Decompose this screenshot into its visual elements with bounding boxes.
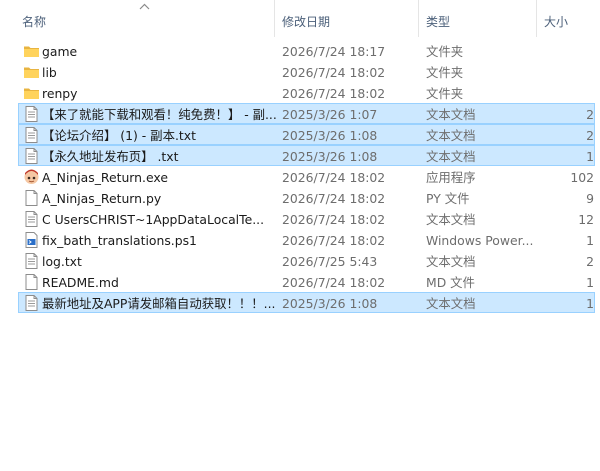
file-name: README.md: [42, 275, 119, 290]
file-size: 2: [586, 107, 594, 122]
file-size: 1: [586, 233, 594, 248]
file-size: 2: [586, 254, 594, 269]
file-name: 【论坛介绍】 (1) - 副本.txt: [42, 128, 196, 143]
file-row[interactable]: README.md 2026/7/24 18:02 MD 文件 1: [18, 271, 595, 292]
file-row[interactable]: fix_bath_translations.ps1 2026/7/24 18:02…: [18, 229, 595, 250]
file-name: 【永久地址发布页】 .txt: [42, 149, 179, 164]
file-type: PY 文件: [426, 191, 470, 206]
file-name: log.txt: [42, 254, 82, 269]
file-name: fix_bath_translations.ps1: [42, 233, 197, 248]
file-modified-date: 2026/7/24 18:02: [282, 65, 386, 80]
file-modified-date: 2025/3/26 1:08: [282, 149, 378, 164]
file-row[interactable]: A_Ninjas_Return.py 2026/7/24 18:02 PY 文件 9: [18, 187, 595, 208]
file-name: game: [42, 44, 78, 59]
file-row[interactable]: 【永久地址发布页】 .txt 2025/3/26 1:08 文本文档 1: [18, 145, 595, 166]
column-divider[interactable]: [536, 0, 537, 37]
file-size: 1: [586, 275, 594, 290]
file-modified-date: 2026/7/25 5:43: [282, 254, 378, 269]
file-row[interactable]: 【论坛介绍】 (1) - 副本.txt 2025/3/26 1:08 文本文档 2: [18, 124, 595, 145]
file-type: MD 文件: [426, 275, 475, 290]
folder-icon: [23, 64, 40, 80]
file-size: 1: [586, 296, 594, 311]
column-header-name[interactable]: 名称: [22, 13, 46, 30]
text-file-icon: [23, 253, 40, 269]
column-header-bar: 名称 修改日期 类型 大小: [0, 0, 600, 38]
column-divider[interactable]: [418, 0, 419, 37]
blank-file-icon: [23, 190, 40, 206]
file-modified-date: 2026/7/24 18:02: [282, 86, 386, 101]
file-row[interactable]: game 2026/7/24 18:17 文件夹: [18, 40, 595, 61]
file-modified-date: 2025/3/26 1:07: [282, 107, 378, 122]
text-file-icon: [23, 106, 40, 122]
blank-file-icon: [23, 274, 40, 290]
column-header-modified[interactable]: 修改日期: [282, 13, 330, 30]
file-modified-date: 2026/7/24 18:02: [282, 212, 386, 227]
column-header-type[interactable]: 类型: [426, 13, 450, 30]
file-name: C UsersCHRIST~1AppDataLocalTe...: [42, 212, 265, 227]
file-name: lib: [42, 65, 57, 80]
file-type: 文本文档: [426, 296, 476, 311]
file-name: A_Ninjas_Return.py: [42, 191, 162, 206]
sort-ascending-icon: [139, 3, 150, 10]
file-row[interactable]: renpy 2026/7/24 18:02 文件夹: [18, 82, 595, 103]
file-size: 1: [586, 149, 594, 164]
file-row[interactable]: log.txt 2026/7/25 5:43 文本文档 2: [18, 250, 595, 271]
column-header-size[interactable]: 大小: [544, 13, 568, 30]
file-type: 文本文档: [426, 128, 476, 143]
file-row[interactable]: 最新地址及APP请发邮箱自动获取！！！... 2025/3/26 1:08 文本文档…: [18, 292, 595, 313]
column-divider[interactable]: [274, 0, 275, 37]
file-size: 2: [586, 128, 594, 143]
file-size: 12: [578, 212, 594, 227]
file-row[interactable]: 【来了就能下载和观看！纯免费！】 - 副... 2025/3/26 1:07 文本文…: [18, 103, 595, 124]
text-file-icon: [23, 211, 40, 227]
text-file-icon: [23, 295, 40, 311]
folder-icon: [23, 43, 40, 59]
file-modified-date: 2026/7/24 18:02: [282, 275, 386, 290]
file-modified-date: 2026/7/24 18:02: [282, 170, 386, 185]
file-type: 文件夹: [426, 86, 464, 101]
file-type: 文件夹: [426, 65, 464, 80]
app-exe-icon: [23, 169, 40, 185]
file-type: 应用程序: [426, 170, 476, 185]
folder-icon: [23, 85, 40, 101]
file-modified-date: 2026/7/24 18:02: [282, 191, 386, 206]
file-modified-date: 2025/3/26 1:08: [282, 296, 378, 311]
file-modified-date: 2025/3/26 1:08: [282, 128, 378, 143]
file-type: 文本文档: [426, 107, 476, 122]
file-row[interactable]: lib 2026/7/24 18:02 文件夹: [18, 61, 595, 82]
file-name: 最新地址及APP请发邮箱自动获取！！！...: [42, 296, 276, 311]
file-modified-date: 2026/7/24 18:17: [282, 44, 386, 59]
file-name: 【来了就能下载和观看！纯免费！】 - 副...: [42, 107, 277, 122]
file-type: 文本文档: [426, 254, 476, 269]
file-name: renpy: [42, 86, 78, 101]
file-type: 文本文档: [426, 212, 476, 227]
file-name: A_Ninjas_Return.exe: [42, 170, 168, 185]
text-file-icon: [23, 148, 40, 164]
text-file-icon: [23, 127, 40, 143]
file-row[interactable]: C UsersCHRIST~1AppDataLocalTe... 2026/7/2…: [18, 208, 595, 229]
file-modified-date: 2026/7/24 18:02: [282, 233, 386, 248]
file-size: 9: [586, 191, 594, 206]
file-row[interactable]: A_Ninjas_Return.exe 2026/7/24 18:02 应用程序 10…: [18, 166, 595, 187]
file-type: 文件夹: [426, 44, 464, 59]
file-type: Windows Power...: [426, 233, 534, 248]
powershell-script-icon: [23, 232, 40, 248]
file-type: 文本文档: [426, 149, 476, 164]
file-size: 102: [570, 170, 594, 185]
